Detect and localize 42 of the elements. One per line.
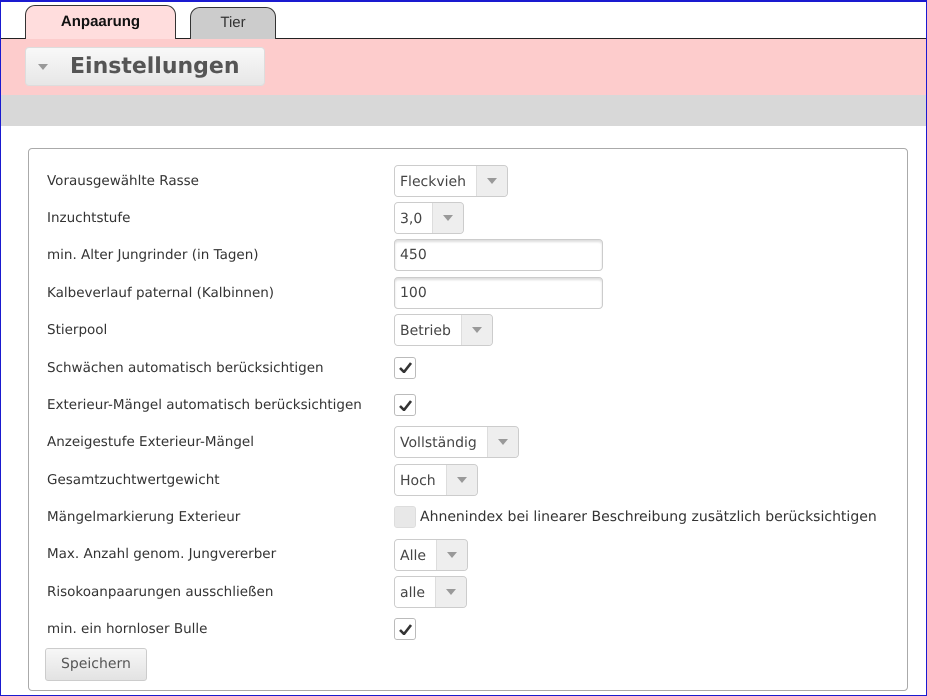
dropdown[interactable]: Fleckvieh xyxy=(394,164,508,197)
check-icon xyxy=(398,400,412,411)
dropdown[interactable]: 3,0 xyxy=(394,202,464,234)
checkbox[interactable] xyxy=(394,506,416,528)
tab[interactable]: Tier xyxy=(190,7,276,39)
setting-label: Vorausgewählte Rasse xyxy=(47,172,200,191)
dropdown[interactable]: Vollständig xyxy=(394,426,519,458)
setting-label: Inzuchtstufe xyxy=(47,208,132,228)
save-button[interactable]: Speichern xyxy=(45,648,147,682)
setting-label: Max. Anzahl genom. Jungvererber xyxy=(47,545,278,564)
input-field[interactable]: 450 xyxy=(394,239,603,272)
checkbox[interactable] xyxy=(394,356,416,379)
setting-label: Gesamtzuchtwertgewicht xyxy=(47,470,221,490)
check-icon xyxy=(398,362,412,374)
caret-icon xyxy=(487,178,498,184)
checkbox[interactable] xyxy=(394,618,416,640)
dropdown[interactable]: Alle xyxy=(394,538,468,571)
tab[interactable]: Anpaarung xyxy=(25,5,176,39)
caret-icon xyxy=(38,64,48,70)
caret-icon xyxy=(456,476,467,483)
caret-icon xyxy=(498,439,508,446)
setting-label: Anzeigestufe Exterieur-Mängel xyxy=(47,433,255,452)
dropdown[interactable]: Hoch xyxy=(394,464,478,496)
setting-label: Kalbeverlauf paternal (Kalbinnen) xyxy=(47,284,276,303)
dropdown[interactable]: alle xyxy=(394,576,467,608)
setting-label: Stierpool xyxy=(47,321,108,340)
caret-icon xyxy=(472,327,482,334)
caret-icon xyxy=(446,552,457,558)
setting-label: min. Alter Jungrinder (in Tagen) xyxy=(47,246,260,266)
checkbox-label: Ahnenindex bei linearer Beschreibung zusätzlich berücksichtigen xyxy=(420,508,877,527)
setting-label: Risokoanpaarungen ausschließen xyxy=(47,582,274,602)
checkbox[interactable] xyxy=(394,394,416,416)
section-header[interactable]: Einstellungen xyxy=(25,47,265,86)
caret-icon xyxy=(443,215,454,222)
caret-icon xyxy=(446,588,456,595)
setting-label: Exterieur-Mängel automatisch berücksichtigen xyxy=(47,396,363,415)
setting-label: min. ein hornloser Bulle xyxy=(47,620,208,640)
check-icon xyxy=(398,624,412,635)
input-field[interactable]: 100 xyxy=(394,276,603,309)
setting-label: Mängelmarkierung Exterieur xyxy=(47,508,242,528)
setting-label: Schwächen automatisch berücksichtigen xyxy=(47,358,325,378)
dropdown[interactable]: Betrieb xyxy=(394,314,493,346)
